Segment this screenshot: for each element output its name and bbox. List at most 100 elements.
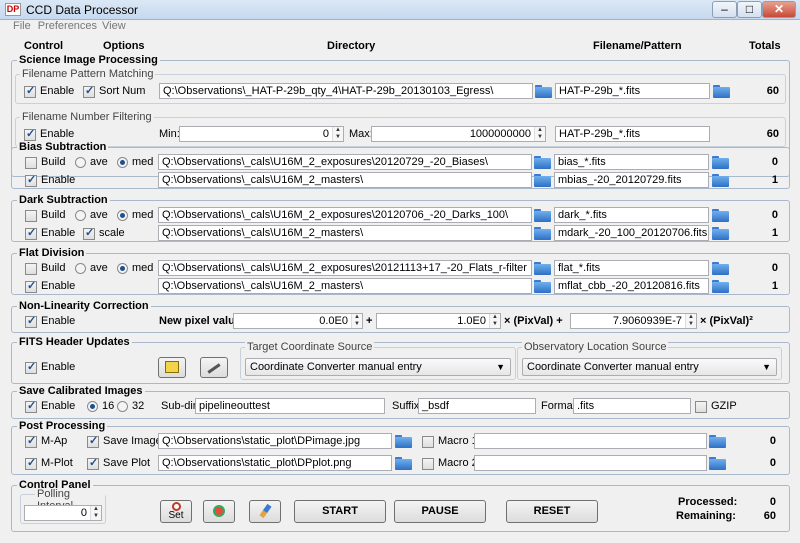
nonlinearity-group: Non-Linearity Correction Enable New pixe… xyxy=(11,300,790,333)
flat-med-radio[interactable] xyxy=(117,263,128,274)
pattern-filename-input[interactable]: HAT-P-29b_*.fits xyxy=(555,83,710,99)
dark-build-dir-input[interactable]: Q:\Observations\_cals\U16M_2_exposures\2… xyxy=(158,207,532,223)
coef0-input[interactable]: 0.0E0 ▲ ▼ xyxy=(233,313,363,329)
min-input[interactable]: 0 ▲ ▼ xyxy=(179,126,344,142)
number-filename-input[interactable]: HAT-P-29b_*.fits xyxy=(555,126,710,142)
dark-enable-checkbox[interactable] xyxy=(25,226,37,240)
observatory-source-select[interactable]: Coordinate Converter manual entry ▼ xyxy=(522,358,777,376)
sortnum-checkbox[interactable] xyxy=(83,84,95,98)
macro2-checkbox[interactable] xyxy=(422,458,434,470)
bits32-radio[interactable] xyxy=(117,401,128,412)
flat-master-dir-input[interactable]: Q:\Observations\_cals\U16M_2_masters\ xyxy=(158,278,532,294)
bias-master-pattern-input[interactable]: mbias_-20_20120729.fits xyxy=(554,172,709,188)
folder-icon[interactable] xyxy=(534,209,551,222)
macro1-checkbox[interactable] xyxy=(422,436,434,448)
flat-master-pattern-input[interactable]: mflat_cbb_-20_20120816.fits xyxy=(554,278,709,294)
dark-ave-radio[interactable] xyxy=(75,210,86,221)
reset-button[interactable]: RESET xyxy=(506,500,598,523)
dark-med-radio[interactable] xyxy=(117,210,128,221)
nonlin-enable-checkbox[interactable] xyxy=(25,314,37,328)
folder-icon[interactable] xyxy=(713,85,730,98)
map-checkbox[interactable] xyxy=(25,434,37,448)
bias-ave-radio[interactable] xyxy=(75,157,86,168)
folder-icon[interactable] xyxy=(534,262,551,275)
dark-build-checkbox[interactable] xyxy=(25,210,37,222)
coef1-input[interactable]: 1.0E0 ▲ ▼ xyxy=(376,313,501,329)
spinner[interactable]: ▲ ▼ xyxy=(685,314,696,328)
target-source-select[interactable]: Coordinate Converter manual entry ▼ xyxy=(245,358,511,376)
flat-build-checkbox[interactable] xyxy=(25,263,37,275)
minimize-button[interactable]: – xyxy=(712,1,737,18)
spinner[interactable]: ▲ ▼ xyxy=(489,314,500,328)
suffix-input[interactable]: _bsdf xyxy=(418,398,536,414)
folder-icon[interactable] xyxy=(712,280,729,293)
spinner[interactable]: ▲ ▼ xyxy=(332,127,343,141)
folder-icon[interactable] xyxy=(535,85,552,98)
folder-icon[interactable] xyxy=(712,156,729,169)
bias-master-dir-input[interactable]: Q:\Observations\_cals\U16M_2_masters\ xyxy=(158,172,532,188)
telescope-button[interactable] xyxy=(200,357,228,378)
folder-icon[interactable] xyxy=(712,262,729,275)
coordinate-converter-button[interactable] xyxy=(158,357,186,378)
polling-input[interactable]: 0 ▲ ▼ xyxy=(24,505,102,521)
dark-master-dir-input[interactable]: Q:\Observations\_cals\U16M_2_masters\ xyxy=(158,225,532,241)
add-target-button[interactable] xyxy=(203,500,235,523)
bias-build-dir-input[interactable]: Q:\Observations\_cals\U16M_2_exposures\2… xyxy=(158,154,532,170)
folder-icon[interactable] xyxy=(712,227,729,240)
image-path-input[interactable]: Q:\Observations\static_plot\DPimage.jpg xyxy=(158,433,392,449)
spinner[interactable]: ▲ ▼ xyxy=(534,127,545,141)
macro2-input[interactable] xyxy=(474,455,707,471)
flat-build-dir-input[interactable]: Q:\Observations\_cals\U16M_2_exposures\2… xyxy=(158,260,532,276)
flat-build-pattern-input[interactable]: flat_*.fits xyxy=(554,260,709,276)
folder-icon[interactable] xyxy=(534,227,551,240)
spinner[interactable]: ▲ ▼ xyxy=(351,314,362,328)
pattern-enable-checkbox[interactable] xyxy=(24,84,36,98)
folder-icon[interactable] xyxy=(709,435,726,448)
bits16-radio[interactable] xyxy=(87,401,98,412)
close-button[interactable]: ✕ xyxy=(762,1,796,18)
save-enable-checkbox[interactable] xyxy=(25,399,37,413)
menu-file[interactable]: File xyxy=(13,20,31,32)
plot-path-input[interactable]: Q:\Observations\static_plot\DPplot.png xyxy=(158,455,392,471)
bias-enable-checkbox[interactable] xyxy=(25,173,37,187)
folder-icon[interactable] xyxy=(534,280,551,293)
bias-build-checkbox[interactable] xyxy=(25,157,37,169)
format-input[interactable]: .fits xyxy=(573,398,691,414)
folder-icon[interactable] xyxy=(712,174,729,187)
set-button[interactable]: Set xyxy=(160,500,192,523)
start-button[interactable]: START xyxy=(294,500,386,523)
save-plot-checkbox[interactable] xyxy=(87,456,99,470)
menu-preferences[interactable]: Preferences xyxy=(38,20,97,32)
flat-ave-radio[interactable] xyxy=(75,263,86,274)
bits16-label: 16 xyxy=(102,400,115,412)
fits-enable-checkbox[interactable] xyxy=(25,360,37,374)
folder-icon[interactable] xyxy=(395,457,412,470)
spinner[interactable]: ▲ ▼ xyxy=(90,506,101,520)
flat-enable-checkbox[interactable] xyxy=(25,279,37,293)
maximize-button[interactable]: □ xyxy=(737,1,762,18)
macro1-input[interactable] xyxy=(474,433,707,449)
bias-build-pattern-input[interactable]: bias_*.fits xyxy=(554,154,709,170)
save-image-checkbox[interactable] xyxy=(87,434,99,448)
number-enable-checkbox[interactable] xyxy=(24,127,36,141)
dark-build-pattern-input[interactable]: dark_*.fits xyxy=(554,207,709,223)
folder-icon[interactable] xyxy=(534,174,551,187)
clear-button[interactable] xyxy=(249,500,281,523)
mplot-checkbox[interactable] xyxy=(25,456,37,470)
dark-master-pattern-input[interactable]: mdark_-20_100_20120706.fits xyxy=(554,225,709,241)
folder-icon[interactable] xyxy=(534,156,551,169)
pattern-directory-input[interactable]: Q:\Observations\_HAT-P-29b_qty_4\HAT-P-2… xyxy=(159,83,533,99)
folder-icon[interactable] xyxy=(712,209,729,222)
dark-scale-checkbox[interactable] xyxy=(83,226,95,240)
pattern-enable-label: Enable xyxy=(40,85,75,97)
gzip-checkbox[interactable] xyxy=(695,401,707,413)
bias-med-radio[interactable] xyxy=(117,157,128,168)
dark-scale-label: scale xyxy=(99,227,125,239)
folder-icon[interactable] xyxy=(709,457,726,470)
coef2-input[interactable]: 7.9060939E-7 ▲ ▼ xyxy=(570,313,697,329)
folder-icon[interactable] xyxy=(395,435,412,448)
subdir-input[interactable]: pipelineouttest xyxy=(195,398,385,414)
menu-view[interactable]: View xyxy=(102,20,126,32)
pause-button[interactable]: PAUSE xyxy=(394,500,486,523)
max-input[interactable]: 1000000000 ▲ ▼ xyxy=(371,126,546,142)
